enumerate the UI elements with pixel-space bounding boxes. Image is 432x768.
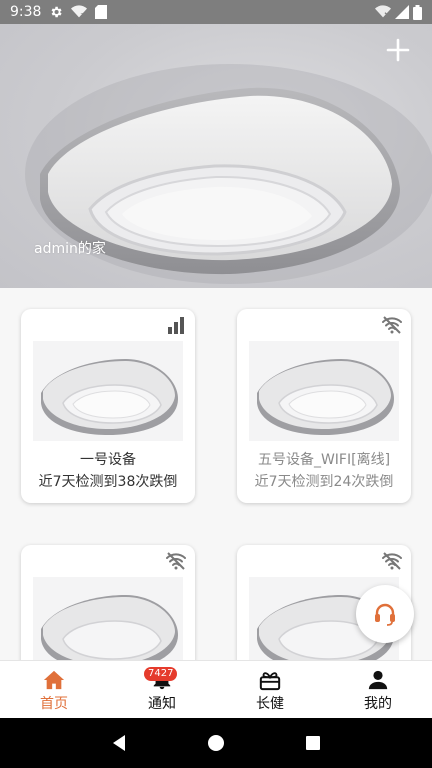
home-icon bbox=[43, 670, 65, 690]
system-nav-bar bbox=[0, 718, 432, 768]
device-name: 五号设备_WIFI[离线] bbox=[257, 452, 391, 468]
nav-item-label: 通知 bbox=[148, 696, 176, 712]
device-thumbnail bbox=[249, 341, 399, 441]
nav-item-label: 首页 bbox=[40, 696, 68, 712]
nav-item-home[interactable]: 首页 bbox=[0, 661, 108, 718]
device-card[interactable]: 五号设备_WIFI[离线] 近7天检测到24次跌倒 bbox=[237, 309, 411, 503]
home-name-label: admin的家 bbox=[34, 241, 106, 257]
wifi-off-icon bbox=[375, 5, 391, 18]
nav-item-label: 我的 bbox=[364, 696, 392, 712]
back-icon[interactable] bbox=[109, 733, 129, 753]
recents-icon[interactable] bbox=[303, 733, 323, 753]
device-name: 一号设备 bbox=[80, 452, 136, 468]
device-card[interactable]: 一号设备 近7天检测到38次跌倒 bbox=[21, 309, 195, 503]
battery-icon bbox=[413, 4, 422, 20]
bottom-nav: 首页 7427 通知 长健 我的 bbox=[0, 660, 432, 718]
cell-signal-icon bbox=[395, 5, 409, 19]
add-device-button[interactable] bbox=[384, 36, 412, 64]
notification-count-badge: 7427 bbox=[144, 667, 178, 681]
nav-item-profile[interactable]: 我的 bbox=[324, 661, 432, 718]
wifi-off-icon bbox=[382, 552, 402, 570]
nav-item-label: 长健 bbox=[256, 696, 284, 712]
wifi-off-icon bbox=[166, 552, 186, 570]
device-thumbnail bbox=[33, 341, 183, 441]
gear-icon bbox=[52, 6, 63, 18]
status-bar: 9:38 ? bbox=[0, 0, 432, 24]
wifi-question-icon: ? bbox=[71, 5, 88, 19]
home-circle-icon[interactable] bbox=[206, 733, 226, 753]
nav-item-care[interactable]: 长健 bbox=[216, 661, 324, 718]
home-banner: admin的家 bbox=[0, 24, 432, 288]
device-fall-stat: 近7天检测到38次跌倒 bbox=[38, 474, 178, 490]
headset-icon bbox=[375, 603, 395, 626]
person-icon bbox=[368, 670, 388, 690]
svg-text:?: ? bbox=[81, 12, 84, 19]
device-fall-stat: 近7天检测到24次跌倒 bbox=[254, 474, 394, 490]
status-time: 9:38 bbox=[10, 4, 42, 20]
signal-bars-icon bbox=[168, 317, 184, 334]
sd-card-icon bbox=[95, 5, 108, 19]
customer-support-button[interactable] bbox=[356, 585, 414, 643]
nav-item-notifications[interactable]: 7427 通知 bbox=[108, 661, 216, 718]
gift-box-icon bbox=[259, 672, 281, 691]
wifi-off-icon bbox=[382, 316, 402, 334]
